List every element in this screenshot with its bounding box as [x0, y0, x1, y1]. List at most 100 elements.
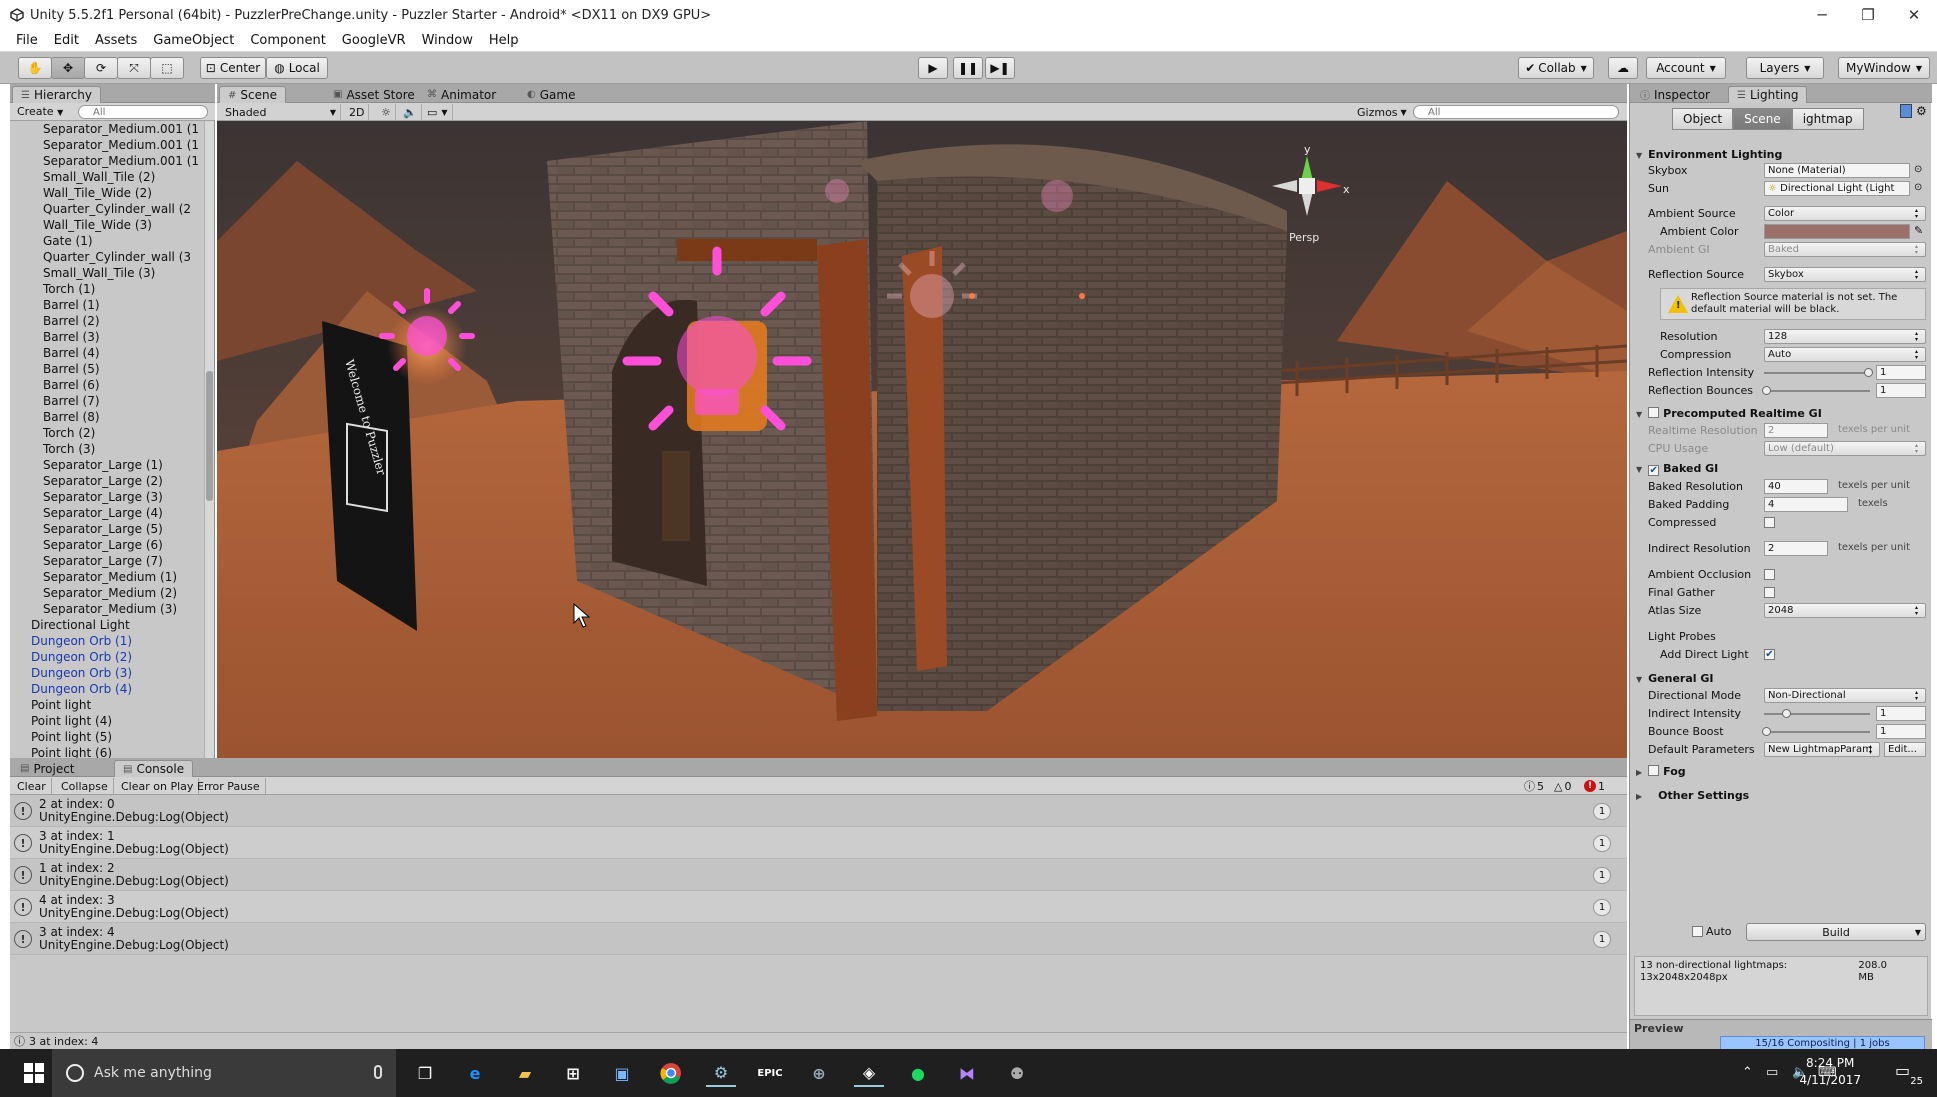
shading-mode-dropdown[interactable]: Shaded ▼: [221, 104, 341, 120]
tab-hierarchy[interactable]: ☰ Hierarchy: [12, 86, 101, 103]
hierarchy-item[interactable]: Barrel (4): [10, 345, 205, 361]
default-parameters-dropdown[interactable]: New LightmapParam: [1764, 742, 1880, 757]
reflection-source-dropdown[interactable]: Skybox: [1764, 267, 1926, 282]
hierarchy-item[interactable]: Small_Wall_Tile (2): [10, 169, 205, 185]
console-log-entry[interactable]: ! 2 at index: 0 UnityEngine.Debug:Log(Obje…: [10, 795, 1627, 827]
hierarchy-item[interactable]: Dungeon Orb (3): [10, 665, 205, 681]
taskbar-search[interactable]: Ask me anything: [52, 1049, 396, 1097]
slider-knob[interactable]: [1864, 368, 1873, 377]
lighting-toggle[interactable]: ☼: [377, 104, 396, 120]
section-fog[interactable]: ▶ Fog: [1636, 764, 1686, 778]
ambient-source-dropdown[interactable]: Color: [1764, 206, 1926, 221]
2d-toggle[interactable]: 2D: [345, 104, 370, 120]
chrome-icon[interactable]: [656, 1059, 686, 1087]
scrollbar-thumb[interactable]: [206, 371, 213, 501]
hierarchy-item[interactable]: Separator_Medium.001 (1: [10, 137, 205, 153]
baked-gi-checkbox[interactable]: ✔: [1648, 465, 1660, 476]
hierarchy-item[interactable]: Barrel (1): [10, 297, 205, 313]
photos-icon[interactable]: ▣: [607, 1059, 637, 1087]
bounce-boost-slider[interactable]: [1762, 727, 1870, 736]
hierarchy-item[interactable]: Barrel (6): [10, 377, 205, 393]
reflection-bounces-slider[interactable]: [1762, 386, 1870, 395]
close-button[interactable]: ✕: [1891, 0, 1937, 30]
fog-checkbox[interactable]: [1648, 765, 1660, 776]
steam-icon[interactable]: ⚙: [706, 1059, 736, 1087]
hierarchy-item[interactable]: Point light (4): [10, 713, 205, 729]
scene-canvas[interactable]: Welcome to Puzzler y x Persp: [217, 121, 1627, 758]
hierarchy-item[interactable]: Separator_Medium (1): [10, 569, 205, 585]
hierarchy-item[interactable]: Dungeon Orb (4): [10, 681, 205, 697]
menu-file[interactable]: File: [8, 33, 46, 48]
mode-scene[interactable]: Scene: [1733, 108, 1792, 130]
hierarchy-item[interactable]: Separator_Medium.001 (1: [10, 153, 205, 169]
scene-render[interactable]: Welcome to Puzzler y x Persp: [217, 121, 1627, 758]
unity-taskbar-icon[interactable]: ◈: [854, 1059, 884, 1087]
hierarchy-item[interactable]: Barrel (8): [10, 409, 205, 425]
mode-object[interactable]: Object: [1672, 108, 1734, 130]
section-precomputed-gi[interactable]: ▼ Precomputed Realtime GI: [1636, 406, 1822, 420]
sun-field[interactable]: ☼ Directional Light (Light: [1764, 181, 1910, 196]
file-explorer-icon[interactable]: ▰: [510, 1059, 540, 1087]
menu-assets[interactable]: Assets: [87, 33, 145, 48]
maximize-button[interactable]: ❐: [1845, 0, 1891, 30]
hierarchy-item[interactable]: Quarter_Cylinder_wall (2: [10, 201, 205, 217]
hierarchy-item[interactable]: Gate (1): [10, 233, 205, 249]
section-baked-gi[interactable]: ▼ ✔ Baked GI: [1636, 462, 1718, 476]
section-general-gi[interactable]: ▼ General GI: [1636, 672, 1714, 685]
hierarchy-item[interactable]: Separator_Large (7): [10, 553, 205, 569]
info-count-toggle[interactable]: ⓘ 5: [1524, 778, 1544, 794]
tab-game[interactable]: ◐ Game: [519, 86, 583, 103]
error-count-toggle[interactable]: ! 1: [1584, 778, 1605, 794]
hierarchy-item[interactable]: Wall_Tile_Wide (3): [10, 217, 205, 233]
menu-gameobject[interactable]: GameObject: [145, 33, 242, 48]
hierarchy-item[interactable]: Small_Wall_Tile (3): [10, 265, 205, 281]
console-log-entry[interactable]: ! 3 at index: 1 UnityEngine.Debug:Log(Obje…: [10, 827, 1627, 859]
section-environment-lighting[interactable]: ▼ Environment Lighting: [1636, 148, 1782, 161]
collapse-button[interactable]: Collapse: [56, 778, 114, 794]
ambient-gi-dropdown[interactable]: Baked: [1764, 242, 1926, 257]
step-button[interactable]: ▶❚: [985, 57, 1015, 79]
compression-dropdown[interactable]: Auto: [1764, 347, 1926, 362]
warn-count-toggle[interactable]: △ 0: [1554, 778, 1571, 794]
hierarchy-item[interactable]: Separator_Large (4): [10, 505, 205, 521]
taskbar-clock[interactable]: 8:24 PM 4/11/2017: [1799, 1055, 1861, 1089]
indirect-intensity-slider[interactable]: [1764, 709, 1870, 718]
hierarchy-item[interactable]: Separator_Large (1): [10, 457, 205, 473]
hierarchy-item[interactable]: Separator_Large (6): [10, 537, 205, 553]
tab-lighting[interactable]: ☰ Lighting: [1728, 86, 1808, 103]
pause-button[interactable]: ❚❚: [953, 57, 983, 79]
preview-bar[interactable]: Preview 15/16 Compositing | 1 jobs: [1630, 1019, 1932, 1050]
reflection-intensity-field[interactable]: 1: [1876, 365, 1926, 380]
visual-studio-icon[interactable]: ⧓: [952, 1059, 982, 1087]
hierarchy-search-input[interactable]: [78, 105, 208, 119]
hierarchy-item[interactable]: Dungeon Orb (1): [10, 633, 205, 649]
play-button[interactable]: ▶: [918, 57, 948, 79]
move-tool-button[interactable]: ✥: [51, 57, 85, 79]
hierarchy-item[interactable]: Separator_Large (3): [10, 489, 205, 505]
cloud-button[interactable]: ☁: [1608, 57, 1638, 79]
add-direct-light-checkbox[interactable]: ✔: [1764, 649, 1775, 660]
globe-icon[interactable]: ⊕: [804, 1059, 834, 1087]
menu-help[interactable]: Help: [481, 33, 527, 48]
hierarchy-item[interactable]: Point light: [10, 697, 205, 713]
spotify-icon[interactable]: ●: [903, 1059, 933, 1087]
bookmark-icon[interactable]: [1900, 104, 1912, 118]
baked-padding-field[interactable]: 4: [1764, 497, 1848, 512]
hierarchy-scrollbar[interactable]: [204, 121, 214, 758]
gear-icon[interactable]: ⚙: [1916, 104, 1927, 118]
microphone-icon[interactable]: [374, 1065, 382, 1079]
object-picker-icon[interactable]: ⊙: [1914, 164, 1922, 175]
hierarchy-item[interactable]: Point light (6): [10, 745, 205, 758]
ambient-color-swatch[interactable]: [1764, 224, 1910, 239]
hierarchy-item[interactable]: Separator_Medium (2): [10, 585, 205, 601]
hierarchy-item[interactable]: Barrel (2): [10, 313, 205, 329]
scale-tool-button[interactable]: ⤧: [117, 57, 151, 79]
clear-button[interactable]: Clear: [12, 778, 52, 794]
hierarchy-item[interactable]: Wall_Tile_Wide (2): [10, 185, 205, 201]
hierarchy-item[interactable]: Quarter_Cylinder_wall (3: [10, 249, 205, 265]
create-dropdown[interactable]: Create ▼: [13, 105, 67, 119]
tab-asset-store[interactable]: ▣ Asset Store: [325, 86, 423, 103]
auto-checkbox[interactable]: [1692, 926, 1703, 937]
build-button[interactable]: Build ▼: [1746, 923, 1926, 941]
hierarchy-item[interactable]: Directional Light: [10, 617, 205, 633]
